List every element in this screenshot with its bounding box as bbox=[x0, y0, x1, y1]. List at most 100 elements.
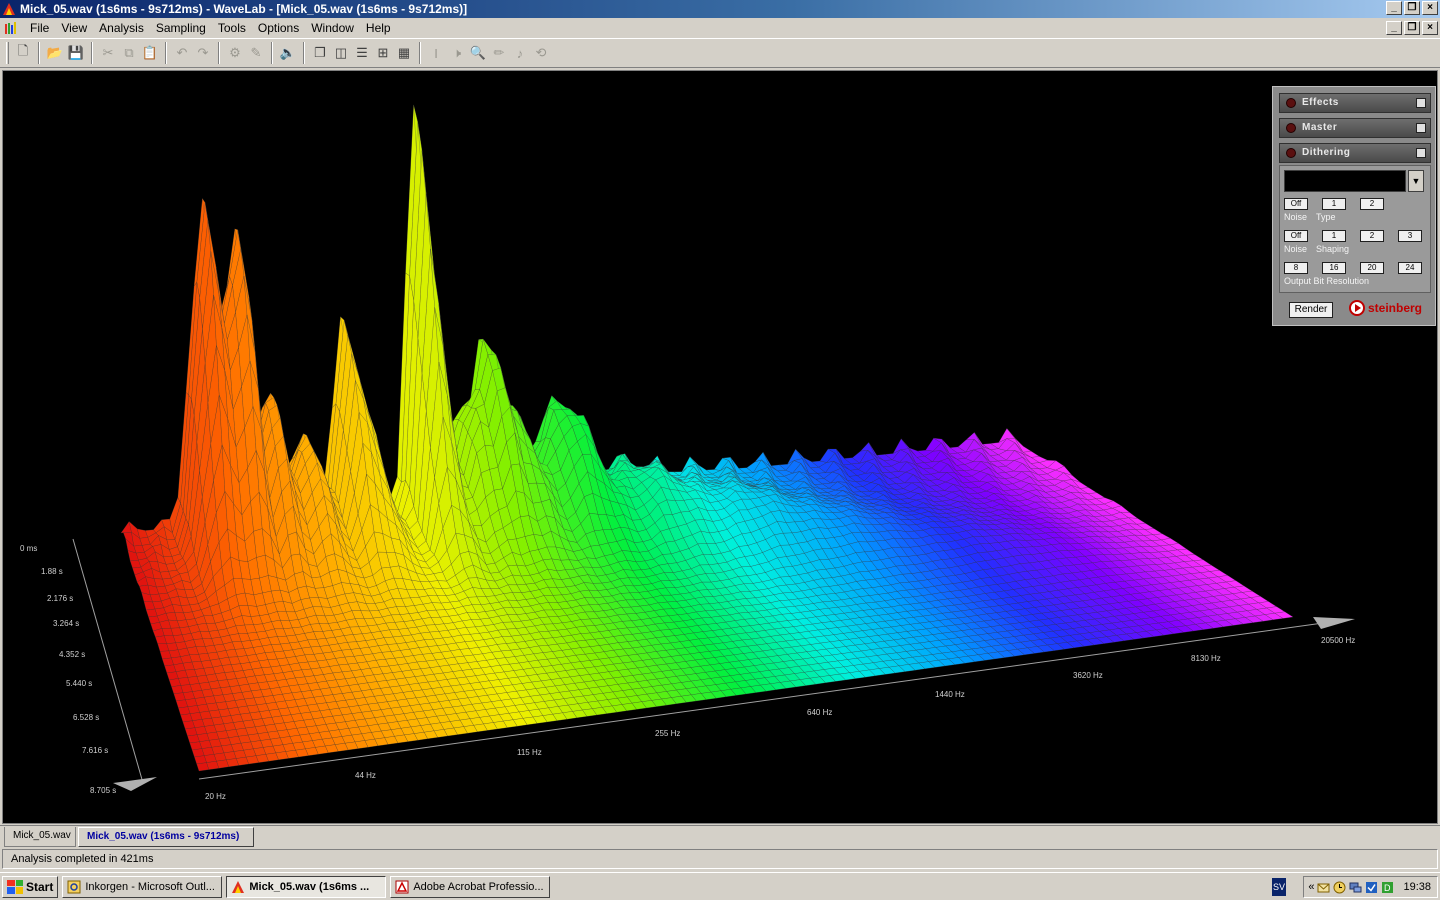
freq-label: 8130 Hz bbox=[1191, 654, 1221, 663]
task-wavelab[interactable]: Mick_05.wav (1s6ms ... bbox=[226, 875, 387, 898]
task-label: Inkorgen - Microsoft Outl... bbox=[85, 880, 215, 893]
toolbar-separator bbox=[419, 42, 421, 64]
cut-icon[interactable]: ✂ bbox=[98, 43, 118, 63]
doc-close-button[interactable]: × bbox=[1422, 21, 1438, 35]
tile-vertical-icon[interactable]: ◫ bbox=[331, 43, 351, 63]
effects-expand-button[interactable] bbox=[1416, 98, 1426, 108]
toolbar-grip[interactable] bbox=[6, 42, 9, 64]
bit-resolution-label: Output Bit Resolution bbox=[1284, 276, 1370, 286]
document-icon[interactable] bbox=[4, 21, 18, 35]
open-folder-icon[interactable]: 📂 bbox=[45, 43, 65, 63]
noise-shaping-3-button[interactable]: 3 bbox=[1398, 230, 1422, 242]
steinberg-wordmark: steinberg bbox=[1368, 301, 1423, 315]
tab-mick-05[interactable]: Mick_05.wav bbox=[4, 827, 76, 847]
steinberg-logo-icon bbox=[1349, 300, 1365, 316]
start-button[interactable]: Start bbox=[2, 875, 59, 898]
dithering-expand-button[interactable] bbox=[1416, 148, 1426, 158]
task-outlook[interactable]: Inkorgen - Microsoft Outl... bbox=[62, 875, 223, 898]
clock-tray-icon[interactable] bbox=[1333, 881, 1346, 894]
toolbar-separator bbox=[91, 42, 93, 64]
tab-mick-05-range[interactable]: Mick_05.wav (1s6ms - 9s712ms) bbox=[78, 827, 254, 847]
wavelab-icon bbox=[232, 880, 245, 893]
speaker-icon[interactable]: 🔈 bbox=[278, 43, 298, 63]
menu-file[interactable]: File bbox=[24, 18, 55, 38]
show-hidden-icons-icon[interactable]: « bbox=[1308, 881, 1314, 893]
network-icon[interactable] bbox=[1349, 881, 1362, 894]
paste-icon[interactable]: 📋 bbox=[140, 43, 160, 63]
text-cursor-icon[interactable]: I bbox=[426, 43, 446, 63]
driver-icon[interactable]: D bbox=[1381, 881, 1394, 894]
draw-icon[interactable]: ✏ bbox=[489, 43, 509, 63]
freq-label: 115 Hz bbox=[517, 748, 542, 757]
master-led-icon[interactable] bbox=[1286, 123, 1296, 133]
menu-view[interactable]: View bbox=[55, 18, 93, 38]
tile-horizontal-icon[interactable]: ☰ bbox=[352, 43, 372, 63]
mail-icon[interactable] bbox=[1317, 881, 1330, 894]
new-document-icon[interactable]: 🗋 bbox=[13, 43, 33, 63]
menu-help[interactable]: Help bbox=[360, 18, 397, 38]
save-icon[interactable]: 💾 bbox=[66, 43, 86, 63]
time-label: 5.440 s bbox=[66, 679, 92, 688]
mixer-icon[interactable]: ▦ bbox=[394, 43, 414, 63]
dither-plugin-select[interactable] bbox=[1284, 170, 1406, 192]
security-icon[interactable] bbox=[1365, 881, 1378, 894]
spectrum-3d-plot: 0 ms 1.88 s 2.176 s 3.264 s 4.352 s 5.44… bbox=[20, 104, 1355, 801]
zoom-icon[interactable]: 🔍 bbox=[468, 43, 488, 63]
time-label: 8.705 s bbox=[90, 786, 116, 795]
spectrum-3d-view[interactable]: 0 ms 1.88 s 2.176 s 3.264 s 4.352 s 5.44… bbox=[2, 70, 1438, 824]
dithering-body: ▼ Off 1 2 Noise Type Off 1 2 3 Noise Sha… bbox=[1279, 165, 1431, 293]
spectrum-mesh bbox=[120, 104, 1294, 772]
freq-label: 255 Hz bbox=[655, 729, 680, 738]
bit-20-button[interactable]: 20 bbox=[1360, 262, 1384, 274]
master-expand-button[interactable] bbox=[1416, 123, 1426, 133]
listen-icon[interactable]: 🕨 bbox=[447, 43, 467, 63]
menu-bar: File View Analysis Sampling Tools Option… bbox=[0, 18, 1440, 38]
doc-restore-button[interactable]: ❐ bbox=[1404, 21, 1420, 35]
menu-tools[interactable]: Tools bbox=[212, 18, 252, 38]
copy-icon[interactable]: ⧉ bbox=[119, 43, 139, 63]
effects-section[interactable]: Effects bbox=[1279, 93, 1431, 113]
loop-icon[interactable]: ⟲ bbox=[531, 43, 551, 63]
document-tabs: Mick_05.wav Mick_05.wav (1s6ms - 9s712ms… bbox=[0, 825, 1440, 847]
toolbar: 🗋 📂 💾 ✂ ⧉ 📋 ↶ ↷ ⚙ ✎ 🔈 ❐ ◫ ☰ ⊞ ▦ I 🕨 🔍 ✏ … bbox=[0, 38, 1440, 68]
start-label: Start bbox=[26, 879, 54, 894]
menu-options[interactable]: Options bbox=[252, 18, 305, 38]
master-section[interactable]: Master bbox=[1279, 118, 1431, 138]
noise-type-label: Noise bbox=[1284, 212, 1308, 222]
bit-24-button[interactable]: 24 bbox=[1398, 262, 1422, 274]
noise-shaping-off-button[interactable]: Off bbox=[1284, 230, 1308, 242]
cascade-windows-icon[interactable]: ❐ bbox=[310, 43, 330, 63]
play-tool-icon[interactable]: ♪ bbox=[510, 43, 530, 63]
render-button[interactable]: Render bbox=[1289, 302, 1333, 318]
menu-analysis[interactable]: Analysis bbox=[93, 18, 150, 38]
noise-type-2-button[interactable]: 2 bbox=[1360, 198, 1384, 210]
restore-button[interactable]: ❐ bbox=[1404, 1, 1420, 15]
montage-icon[interactable]: ⊞ bbox=[373, 43, 393, 63]
noise-shaping-1-button[interactable]: 1 bbox=[1322, 230, 1346, 242]
noise-type-off-button[interactable]: Off bbox=[1284, 198, 1308, 210]
undo-icon[interactable]: ↶ bbox=[172, 43, 192, 63]
task-acrobat[interactable]: Adobe Acrobat Professio... bbox=[390, 875, 551, 898]
toolbar-separator bbox=[218, 42, 220, 64]
bit-8-button[interactable]: 8 bbox=[1284, 262, 1308, 274]
effects-led-icon[interactable] bbox=[1286, 98, 1296, 108]
noise-shaping-2-button[interactable]: 2 bbox=[1360, 230, 1384, 242]
doc-minimize-button[interactable]: _ bbox=[1386, 21, 1402, 35]
close-button[interactable]: × bbox=[1422, 1, 1438, 15]
bit-16-button[interactable]: 16 bbox=[1322, 262, 1346, 274]
process-icon[interactable]: ⚙ bbox=[225, 43, 245, 63]
render-area: Render steinberg bbox=[1279, 297, 1431, 323]
language-indicator[interactable]: SV bbox=[1272, 878, 1286, 896]
noise-shaping-label-2: Shaping bbox=[1316, 244, 1350, 254]
pencil-icon[interactable]: ✎ bbox=[246, 43, 266, 63]
noise-type-1-button[interactable]: 1 bbox=[1322, 198, 1346, 210]
menu-window[interactable]: Window bbox=[305, 18, 360, 38]
menu-sampling[interactable]: Sampling bbox=[150, 18, 212, 38]
dithering-led-icon[interactable] bbox=[1286, 148, 1296, 158]
dithering-section[interactable]: Dithering bbox=[1279, 143, 1431, 163]
minimize-button[interactable]: _ bbox=[1386, 1, 1402, 15]
outlook-icon bbox=[67, 880, 81, 893]
redo-icon[interactable]: ↷ bbox=[193, 43, 213, 63]
chevron-down-icon[interactable]: ▼ bbox=[1408, 170, 1424, 192]
toolbar-separator bbox=[38, 42, 40, 64]
